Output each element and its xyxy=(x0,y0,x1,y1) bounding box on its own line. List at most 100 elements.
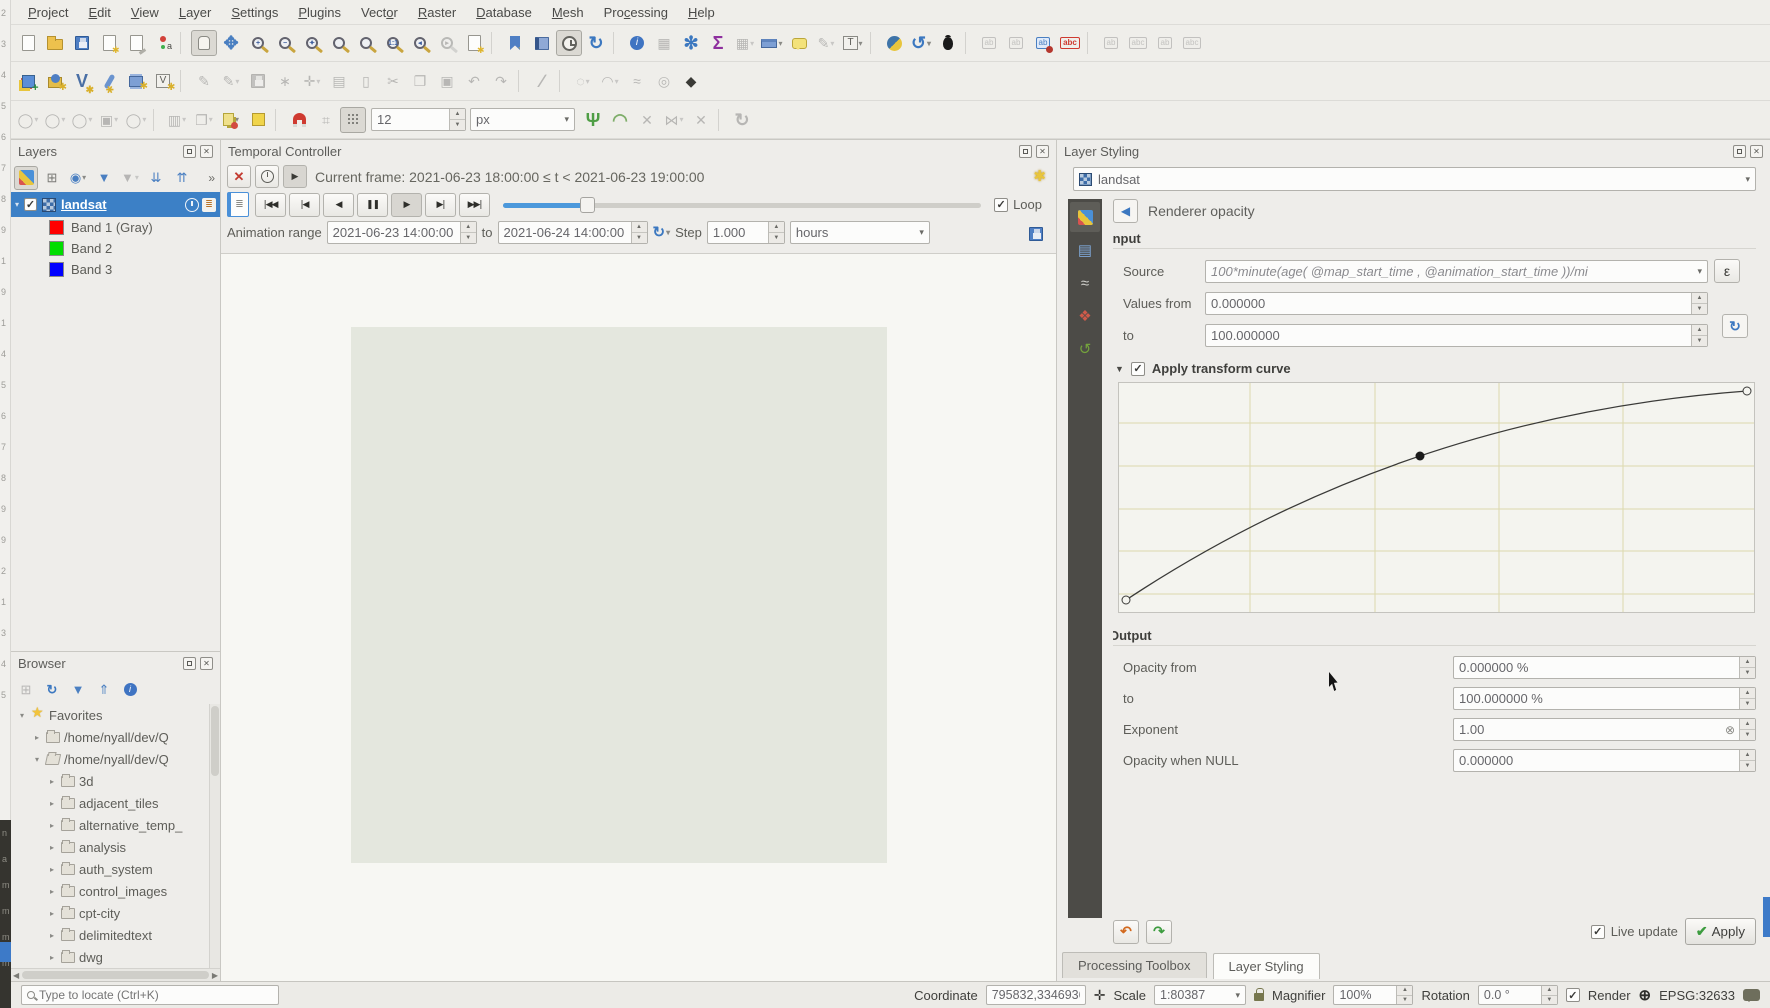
pyramids-tab-icon[interactable]: ❖ xyxy=(1070,301,1100,331)
lock-scale-icon[interactable] xyxy=(1254,993,1264,1001)
browser-tree-item[interactable]: ▸3d xyxy=(11,770,208,792)
step-unit-combo[interactable]: hours ▾ xyxy=(790,221,930,244)
current-edits-icon[interactable]: ✎ xyxy=(218,68,244,94)
browser-tree-item[interactable]: ▸adjacent_tiles xyxy=(11,792,208,814)
temporal-panel-icon[interactable]: ≣ xyxy=(227,192,249,217)
browser-vertical-scrollbar[interactable] xyxy=(209,704,220,968)
expression-builder-button[interactable]: ε xyxy=(1714,259,1740,283)
expander-icon[interactable]: ▸ xyxy=(47,843,57,852)
data-source-manager-icon[interactable] xyxy=(15,68,41,94)
frame-forward-button[interactable]: ▶| xyxy=(425,193,456,217)
map-tips-icon[interactable] xyxy=(786,30,812,56)
new-print-layout-icon[interactable] xyxy=(96,30,122,56)
skip-start-button[interactable]: |◀◀ xyxy=(255,193,286,217)
unit-combo[interactable]: px ▾ xyxy=(470,108,575,131)
filter-browser-icon[interactable]: ▼ xyxy=(66,678,90,702)
select-value-icon[interactable]: ◯ xyxy=(42,107,68,133)
curve-digitize-icon[interactable]: ◠ xyxy=(597,68,623,94)
menu-item[interactable]: Project xyxy=(19,3,77,22)
open-project-icon[interactable] xyxy=(42,30,68,56)
layer-band-item[interactable]: Band 2 xyxy=(11,238,220,259)
new-project-icon[interactable] xyxy=(15,30,41,56)
expander-icon[interactable]: ▾ xyxy=(15,200,19,209)
select-freehand-icon[interactable]: ◯ xyxy=(69,107,95,133)
range-start-input[interactable] xyxy=(333,225,456,240)
snap-grid-icon[interactable]: ⌗ xyxy=(313,107,339,133)
new-geopackage-icon[interactable] xyxy=(96,68,122,94)
rotation-field[interactable]: ▲▼ xyxy=(1478,985,1558,1005)
dock-tab[interactable]: Processing Toolbox xyxy=(1062,952,1207,978)
cut-features-icon[interactable]: ✂ xyxy=(380,68,406,94)
measure-icon[interactable] xyxy=(759,30,785,56)
timeline-slider[interactable] xyxy=(503,197,981,213)
zoom-out-icon[interactable]: − xyxy=(272,30,298,56)
expander-icon[interactable]: ▸ xyxy=(47,931,57,940)
label-tool-disabled-6-icon[interactable]: abc xyxy=(1179,30,1205,56)
undo-icon[interactable]: ↶ xyxy=(461,68,487,94)
clear-field-icon[interactable]: ⊗ xyxy=(1721,723,1735,737)
tracing-icon[interactable]: Ψ xyxy=(580,107,606,133)
statistics-icon[interactable]: Σ xyxy=(705,30,731,56)
play-forward-button[interactable]: ▶ xyxy=(391,193,422,217)
filter-legend-icon[interactable]: ▼ xyxy=(92,166,116,190)
snapping-icon[interactable] xyxy=(286,107,312,133)
refresh-disabled-icon[interactable]: ↻ xyxy=(729,107,755,133)
close-panel-icon[interactable]: ✕ xyxy=(1036,145,1049,158)
expander-icon[interactable]: ▸ xyxy=(47,799,57,808)
browser-tree-item[interactable]: ▾/home/nyall/dev/Q xyxy=(11,748,208,770)
browser-tree-item[interactable]: ▸delimitedtext xyxy=(11,924,208,946)
add-layer-icon[interactable] xyxy=(42,68,68,94)
cad-disable-icon[interactable]: ✕ xyxy=(634,107,660,133)
digitize-ruler-icon[interactable]: ∕ xyxy=(529,68,555,94)
menu-item[interactable]: Help xyxy=(679,3,724,22)
expander-icon[interactable]: ▸ xyxy=(47,953,57,962)
refresh-map-icon[interactable]: ↻ xyxy=(583,30,609,56)
opacity-null-spinner[interactable]: ▲▼ xyxy=(1739,750,1755,771)
temporal-off-button[interactable]: ✕ xyxy=(227,165,251,188)
legend-badge-icon[interactable]: ≣ xyxy=(202,198,216,212)
delete-selected-icon[interactable]: ▯ xyxy=(353,68,379,94)
debug-icon[interactable] xyxy=(935,30,961,56)
browser-horizontal-scrollbar[interactable]: ◀▶ xyxy=(11,968,220,981)
save-edits-icon[interactable] xyxy=(245,68,271,94)
step-input[interactable] xyxy=(713,225,764,240)
python-console-icon[interactable] xyxy=(881,30,907,56)
step-spinner[interactable]: ▲▼ xyxy=(768,222,784,243)
magnifier-field[interactable]: ▲▼ xyxy=(1333,985,1413,1005)
redo-icon[interactable]: ↷ xyxy=(488,68,514,94)
new-memory-layer-icon[interactable]: V xyxy=(150,68,176,94)
histogram-tab-icon[interactable]: ≈ xyxy=(1070,268,1100,298)
menu-item[interactable]: View xyxy=(122,3,168,22)
menu-item[interactable]: Raster xyxy=(409,3,465,22)
transform-curve-chart[interactable] xyxy=(1118,382,1755,613)
new-map-view-icon[interactable] xyxy=(461,30,487,56)
opacity-null-field[interactable]: ▲▼ xyxy=(1453,749,1756,772)
add-group-icon[interactable]: ⊞ xyxy=(40,166,64,190)
pause-button[interactable]: ❚❚ xyxy=(357,193,388,217)
browser-tree-item[interactable]: ▸auth_system xyxy=(11,858,208,880)
label-tool-disabled-3-icon[interactable]: ab xyxy=(1098,30,1124,56)
text-annotation-icon[interactable]: T xyxy=(840,30,866,56)
pan-map-icon[interactable] xyxy=(191,30,217,56)
styling-layer-combo[interactable]: landsat ▾ xyxy=(1073,167,1756,191)
settings-star-icon[interactable]: ✱ xyxy=(1033,167,1046,185)
properties-info-icon[interactable]: i xyxy=(118,678,142,702)
map-canvas[interactable] xyxy=(221,253,1056,981)
values-to-input[interactable] xyxy=(1211,328,1687,343)
redo-style-button[interactable]: ↷ xyxy=(1146,920,1172,944)
layer-band-item[interactable]: Band 1 (Gray) xyxy=(11,217,220,238)
float-panel-icon[interactable] xyxy=(183,145,196,158)
open-layer-styling-icon[interactable] xyxy=(14,166,38,190)
live-update-checkbox[interactable] xyxy=(1591,925,1605,939)
back-button[interactable]: ◀ xyxy=(1113,199,1138,223)
opacity-null-input[interactable] xyxy=(1459,753,1735,768)
menu-item[interactable]: Edit xyxy=(79,3,119,22)
fixed-range-button[interactable] xyxy=(255,165,279,188)
expander-icon[interactable]: ▸ xyxy=(47,821,57,830)
menu-item[interactable]: Processing xyxy=(595,3,677,22)
values-from-spinner[interactable]: ▲▼ xyxy=(1691,293,1707,314)
browser-tree-item[interactable]: ▾Favorites xyxy=(11,704,208,726)
frame-back-button[interactable]: |◀ xyxy=(289,193,320,217)
coordinate-field[interactable] xyxy=(986,985,1086,1005)
copy-paste-style-icon[interactable]: ❐ xyxy=(191,107,217,133)
